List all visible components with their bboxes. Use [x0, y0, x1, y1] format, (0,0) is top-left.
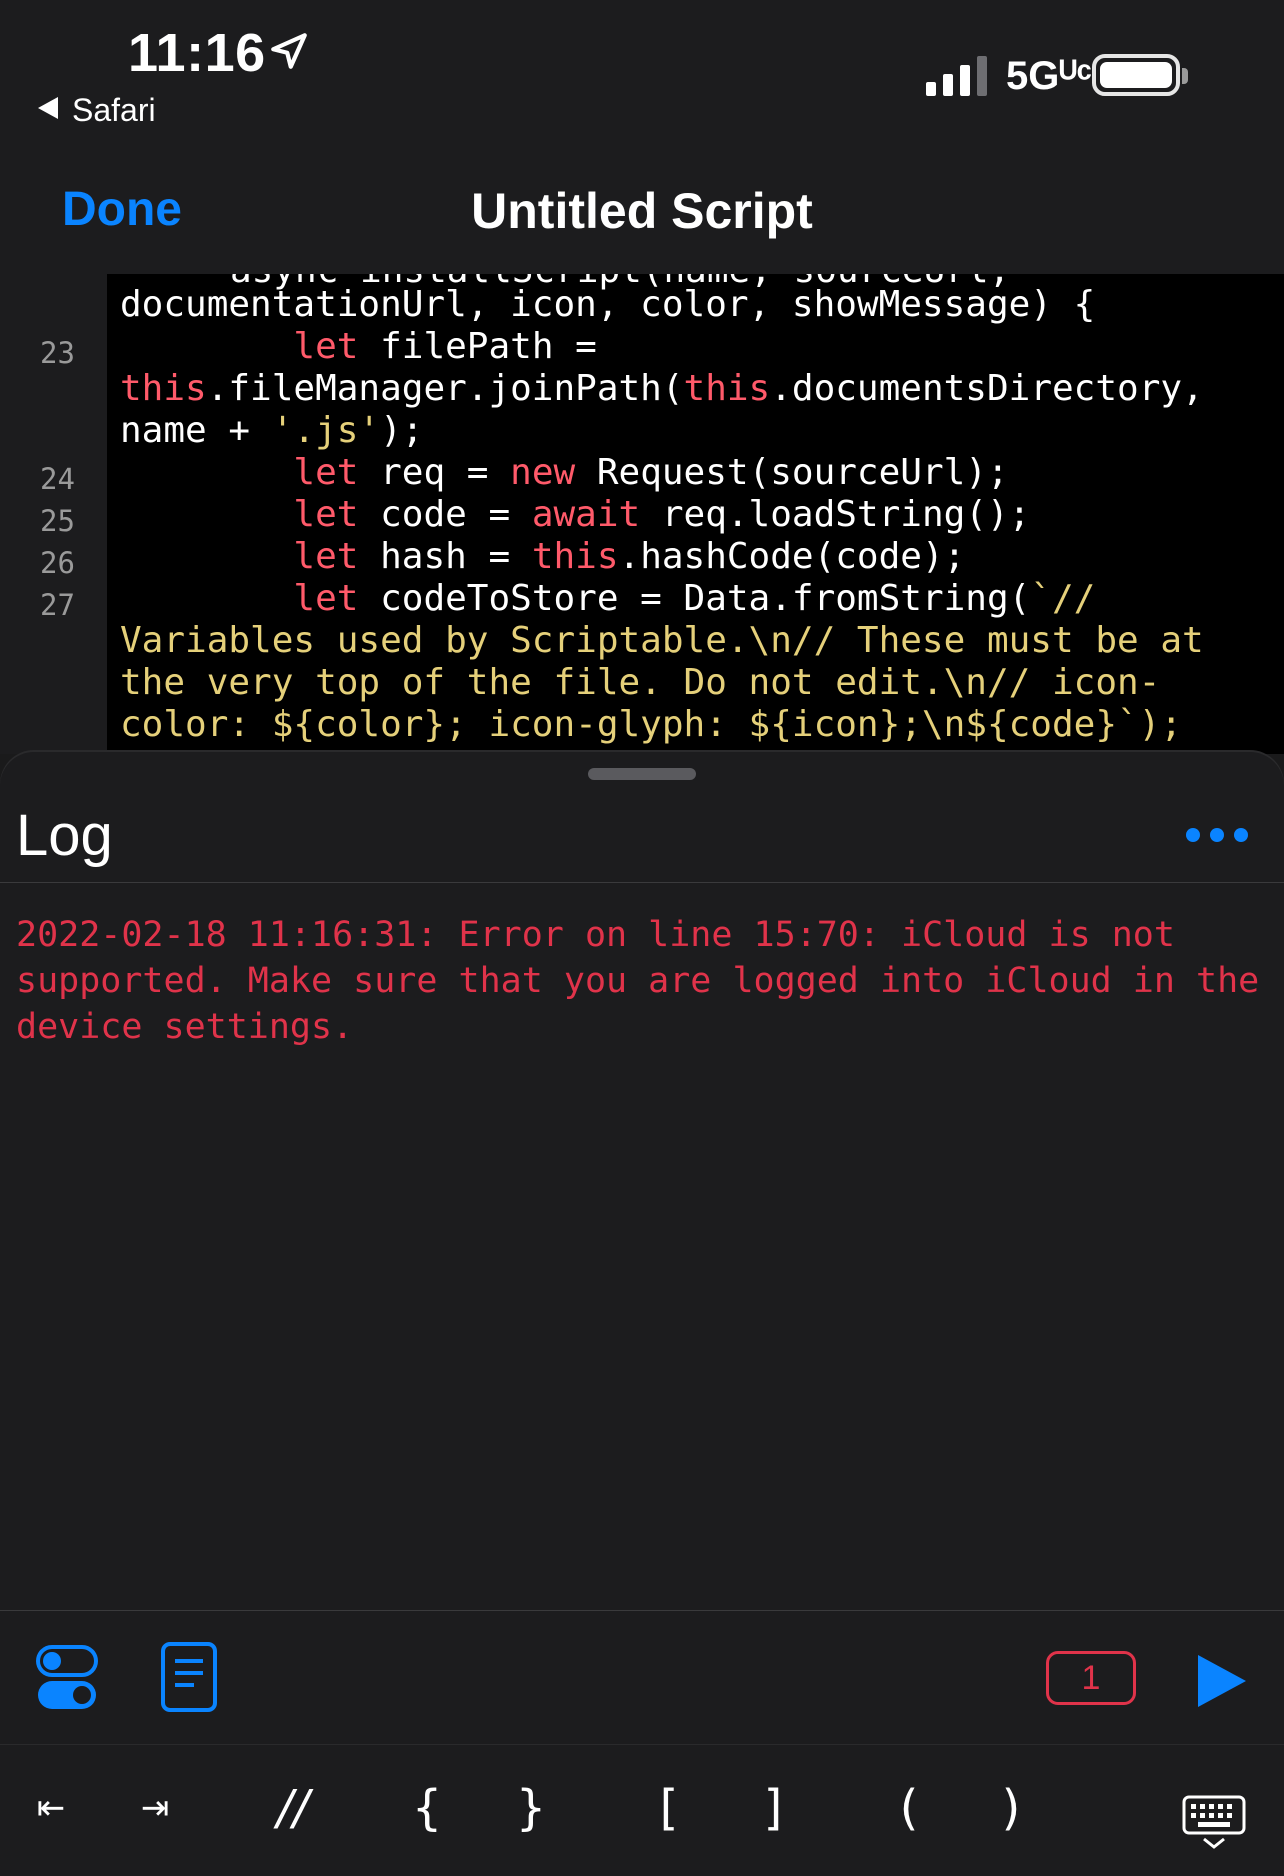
back-triangle-icon: [38, 97, 58, 119]
location-arrow-icon: [271, 33, 307, 69]
close-paren-key[interactable]: ): [976, 1773, 1046, 1843]
more-options-icon[interactable]: [1186, 828, 1250, 844]
network-type: 5Gᵁᶜ: [1006, 54, 1092, 98]
back-to-safari-link[interactable]: Safari: [38, 92, 156, 129]
code-line: name + '.js');: [120, 410, 424, 451]
navigation-bar: Done Untitled Script: [0, 140, 1284, 275]
divider: [0, 882, 1284, 883]
close-bracket-key[interactable]: ]: [738, 1773, 808, 1843]
code-line: color: ${color}; icon-glyph: ${icon};\n$…: [120, 704, 1183, 745]
indent-key[interactable]: ⇥: [120, 1773, 190, 1843]
open-brace-key[interactable]: {: [392, 1773, 462, 1843]
line-number: 26: [40, 546, 75, 580]
line-number: 24: [40, 462, 75, 496]
keyboard-accessory-bar: ⇤ ⇥ // { } [ ] ( ): [0, 1744, 1284, 1876]
code-line: the very top of the file. Do not edit.\n…: [120, 662, 1161, 703]
code-editor[interactable]: async installScript(name, sourceUrl, 23 …: [0, 274, 1284, 754]
log-title: Log: [16, 803, 113, 868]
code-line: let code = await req.loadString();: [293, 494, 1031, 535]
document-log-icon[interactable]: [160, 1641, 218, 1713]
line-number: 27: [40, 588, 75, 622]
battery-tip: [1182, 68, 1188, 84]
code-line: let req = new Request(sourceUrl);: [293, 452, 1009, 493]
error-count-badge[interactable]: 1: [1046, 1651, 1136, 1705]
dismiss-keyboard-icon[interactable]: [1182, 1795, 1246, 1851]
code-line: let codeToStore = Data.fromString(`//: [293, 578, 1096, 619]
sheet-grabber-handle[interactable]: [588, 768, 696, 780]
status-bar: 11:16 Safari 5Gᵁᶜ: [0, 0, 1284, 140]
code-line: documentationUrl, icon, color, showMessa…: [120, 284, 1096, 325]
log-error-entry: 2022-02-18 11:16:31: Error on line 15:70…: [16, 915, 1260, 1047]
page-title: Untitled Script: [471, 183, 813, 239]
back-app-label: Safari: [72, 92, 156, 128]
close-brace-key[interactable]: }: [496, 1773, 566, 1843]
cellular-signal-icon: [926, 56, 987, 96]
settings-toggles-icon[interactable]: [36, 1645, 98, 1711]
code-line: this.fileManager.joinPath(this.documents…: [120, 368, 1204, 409]
run-play-icon[interactable]: [1196, 1653, 1248, 1709]
battery-icon: [1092, 54, 1180, 96]
open-bracket-key[interactable]: [: [634, 1773, 704, 1843]
comment-key[interactable]: //: [258, 1773, 328, 1843]
code-line: let filePath =: [293, 326, 597, 367]
code-line: let hash = this.hashCode(code);: [293, 536, 966, 577]
line-number: 25: [40, 504, 75, 538]
code-line: Variables used by Scriptable.\n// These …: [120, 620, 1204, 661]
status-time: 11:16: [128, 23, 266, 83]
open-paren-key[interactable]: (: [874, 1773, 944, 1843]
line-number: 23: [40, 336, 75, 370]
unindent-key[interactable]: ⇤: [16, 1773, 86, 1843]
script-toolbar: 1: [0, 1610, 1284, 1745]
